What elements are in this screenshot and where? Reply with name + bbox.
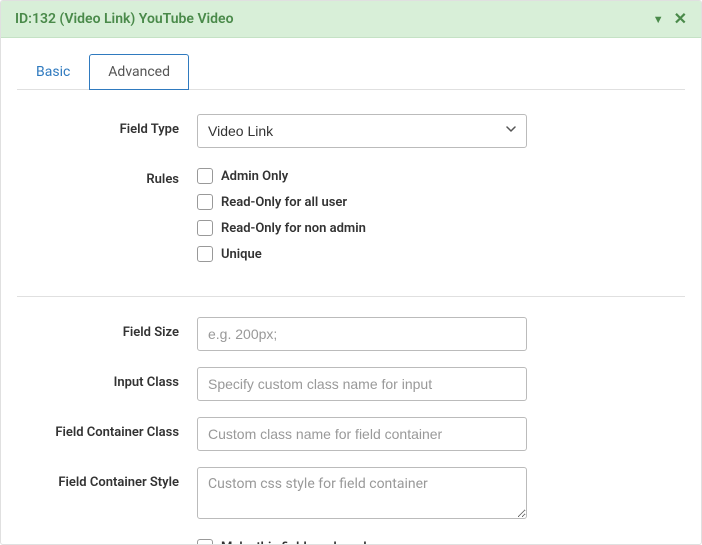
checkbox-read-only-all[interactable] <box>197 194 213 210</box>
label-read-only-all[interactable]: Read-Only for all user <box>221 195 347 210</box>
label-shared[interactable]: Make this field as shared <box>221 540 367 545</box>
row-field-type: Field Type Video Link <box>17 114 685 148</box>
row-shared: Make this field as shared <box>17 539 685 545</box>
rule-admin-only: Admin Only <box>197 168 527 184</box>
field-type-select[interactable]: Video Link <box>197 114 527 148</box>
panel-body: Basic Advanced Field Type Video Link <box>1 38 701 545</box>
collapse-icon[interactable]: ▼ <box>653 14 664 25</box>
label-unique[interactable]: Unique <box>221 247 262 262</box>
tab-advanced[interactable]: Advanced <box>89 54 189 90</box>
panel-controls: ▼ ✕ <box>653 11 687 27</box>
row-container-style: Field Container Style <box>17 467 685 523</box>
rules-checkbox-group: Admin Only Read-Only for all user Read-O… <box>197 164 527 262</box>
settings-panel: ID:132 (Video Link) YouTube Video ▼ ✕ Ba… <box>0 0 702 545</box>
row-container-class: Field Container Class <box>17 417 685 451</box>
container-class-input[interactable] <box>197 417 527 451</box>
input-class-input[interactable] <box>197 367 527 401</box>
checkbox-read-only-non-admin[interactable] <box>197 220 213 236</box>
close-icon[interactable]: ✕ <box>674 11 687 27</box>
checkbox-unique[interactable] <box>197 246 213 262</box>
label-rules: Rules <box>17 164 197 187</box>
row-field-size: Field Size <box>17 317 685 351</box>
form-section-top: Field Type Video Link Rules <box>17 114 685 284</box>
rule-unique: Unique <box>197 246 527 262</box>
label-read-only-non-admin[interactable]: Read-Only for non admin <box>221 221 366 236</box>
field-size-input[interactable] <box>197 317 527 351</box>
label-container-style: Field Container Style <box>17 467 197 490</box>
label-input-class: Input Class <box>17 367 197 390</box>
checkbox-admin-only[interactable] <box>197 168 213 184</box>
tab-basic[interactable]: Basic <box>17 54 89 90</box>
container-style-textarea[interactable] <box>197 467 527 519</box>
tabs: Basic Advanced <box>17 54 685 90</box>
label-field-type: Field Type <box>17 114 197 137</box>
panel-header: ID:132 (Video Link) YouTube Video ▼ ✕ <box>1 1 701 38</box>
section-divider <box>17 296 685 297</box>
label-admin-only[interactable]: Admin Only <box>221 169 288 184</box>
label-container-class: Field Container Class <box>17 417 197 440</box>
panel-title: ID:132 (Video Link) YouTube Video <box>15 11 234 27</box>
rule-read-only-non-admin: Read-Only for non admin <box>197 220 527 236</box>
rule-read-only-all: Read-Only for all user <box>197 194 527 210</box>
row-input-class: Input Class <box>17 367 685 401</box>
row-rules: Rules Admin Only Read-Only for all user <box>17 164 685 262</box>
checkbox-shared[interactable] <box>197 539 213 545</box>
label-field-size: Field Size <box>17 317 197 340</box>
form-section-bottom: Field Size Input Class Field Container C… <box>17 317 685 545</box>
